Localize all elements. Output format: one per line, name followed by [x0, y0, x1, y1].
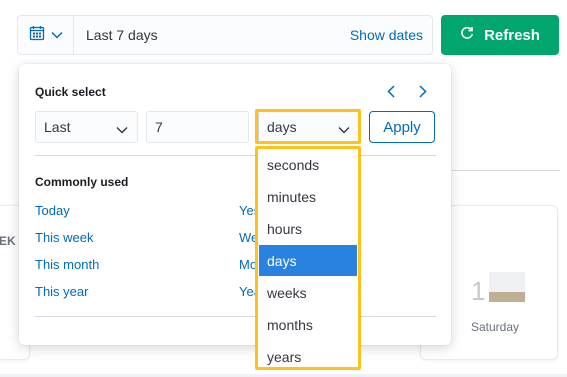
unit-select-value: days — [267, 119, 297, 135]
quick-select-popover: Quick select Last 7 days Apply Commonly … — [19, 64, 451, 345]
refresh-button[interactable]: Refresh — [441, 15, 559, 55]
commonly-used-today[interactable]: Today — [35, 203, 70, 218]
background-day-label: Saturday — [471, 320, 520, 334]
chevron-down-icon — [116, 121, 128, 137]
unit-option-days[interactable]: days — [259, 245, 357, 276]
commonly-used-this-year[interactable]: This year — [35, 284, 88, 299]
unit-dropdown-list: seconds minutes hours days weeks months … — [255, 146, 361, 370]
date-range-text[interactable]: Last 7 days — [74, 27, 350, 43]
unit-option-seconds[interactable]: seconds — [259, 149, 357, 180]
unit-option-months[interactable]: months — [259, 309, 357, 340]
unit-select[interactable]: days — [258, 111, 360, 143]
quick-select-title: Quick select — [35, 85, 106, 99]
background-card-label: EK — [0, 234, 16, 248]
refresh-icon — [460, 26, 474, 44]
unit-option-weeks[interactable]: weeks — [259, 277, 357, 308]
commonly-used-title: Commonly used — [35, 175, 129, 189]
calendar-icon — [29, 25, 45, 46]
chevron-right-icon — [419, 84, 427, 98]
tense-select[interactable]: Last — [35, 111, 138, 143]
divider — [35, 155, 436, 156]
background-swatch-bar — [489, 292, 525, 302]
amount-input[interactable]: 7 — [146, 111, 249, 143]
divider — [35, 316, 436, 317]
background-day-number: 1 — [471, 276, 486, 306]
unit-option-minutes[interactable]: minutes — [259, 181, 357, 212]
date-picker: Last 7 days Show dates — [17, 15, 433, 55]
background-swatch — [489, 272, 525, 292]
unit-option-years[interactable]: years — [259, 341, 357, 372]
next-period-button[interactable] — [413, 81, 433, 101]
chevron-down-icon — [50, 26, 63, 44]
apply-button[interactable]: Apply — [369, 111, 435, 143]
quick-select-toggle[interactable] — [18, 16, 74, 54]
chevron-down-icon — [338, 121, 350, 137]
refresh-label: Refresh — [484, 26, 540, 44]
commonly-used-this-month[interactable]: This month — [35, 257, 99, 272]
show-dates-link[interactable]: Show dates — [350, 27, 432, 43]
tense-select-value: Last — [44, 119, 71, 135]
previous-period-button[interactable] — [381, 81, 401, 101]
background-divider — [452, 170, 560, 171]
commonly-used-this-week[interactable]: This week — [35, 230, 94, 245]
chevron-left-icon — [387, 84, 395, 98]
amount-input-value: 7 — [155, 119, 163, 135]
unit-option-hours[interactable]: hours — [259, 213, 357, 244]
